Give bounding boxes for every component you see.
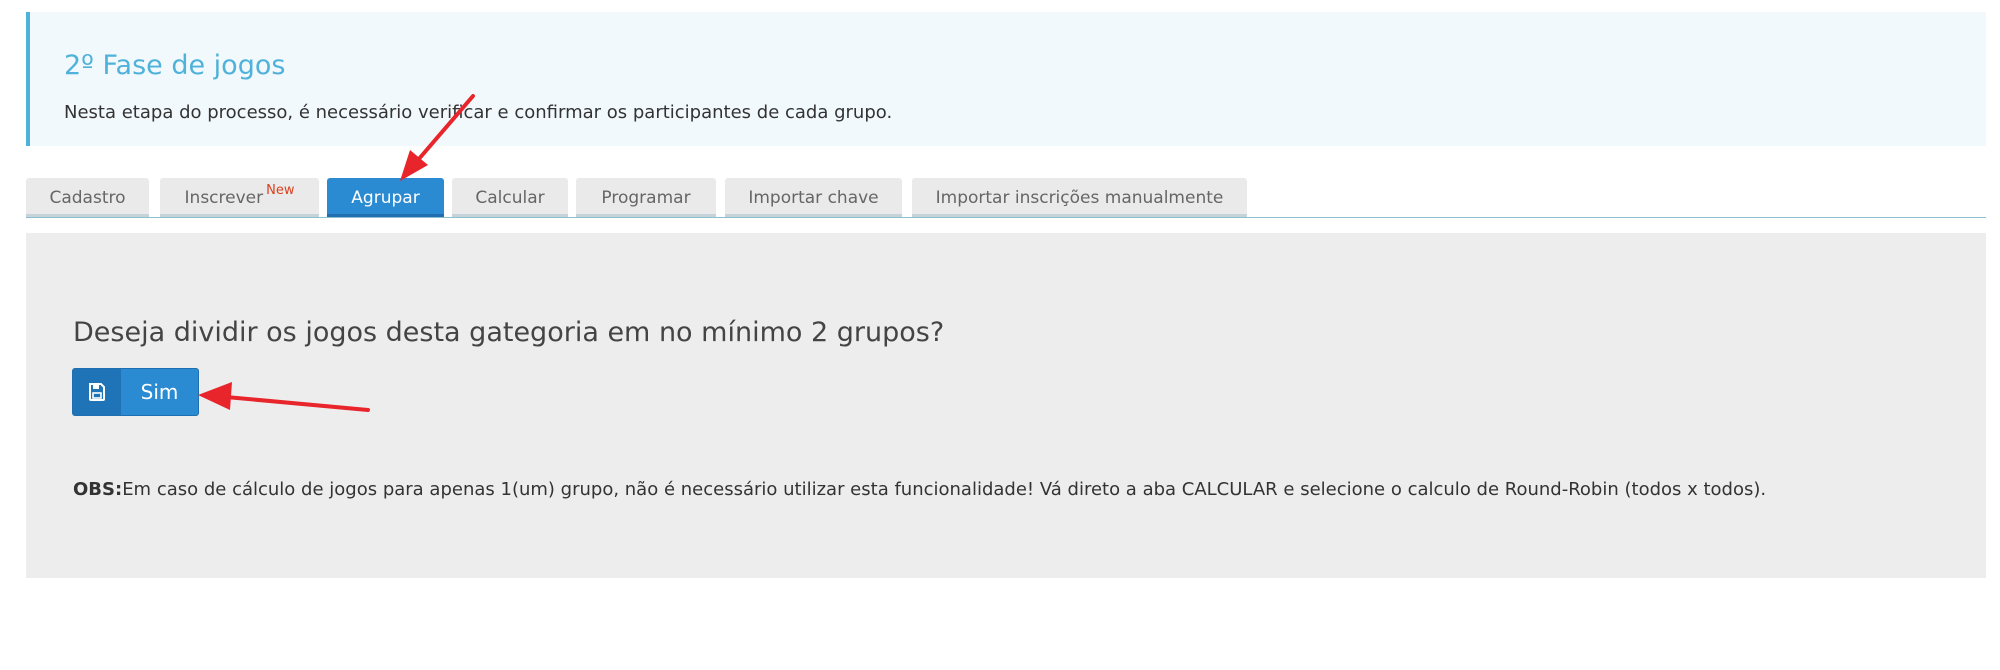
- tab-agrupar[interactable]: Agrupar: [327, 178, 444, 217]
- tab-label: Inscrever: [184, 188, 264, 208]
- info-callout: 2º Fase de jogos Nesta etapa do processo…: [26, 12, 1986, 146]
- new-badge: New: [266, 183, 295, 198]
- tab-label: Calcular: [475, 188, 545, 208]
- tab-importar-chave[interactable]: Importar chave: [725, 178, 902, 217]
- tab-label: Agrupar: [351, 188, 420, 208]
- tab-bar: Cadastro Inscrever New Agrupar Calcular P…: [26, 178, 1986, 218]
- tab-programar[interactable]: Programar: [576, 178, 716, 217]
- tab-label: Importar inscrições manualmente: [935, 188, 1224, 208]
- tab-inscrever[interactable]: Inscrever New: [160, 178, 319, 217]
- floppy-disk-icon: [73, 369, 121, 415]
- obs-label: OBS:: [73, 479, 123, 500]
- content-panel: Deseja dividir os jogos desta gategoria …: [26, 233, 1986, 578]
- tab-label: Cadastro: [49, 188, 126, 208]
- tab-label: Importar chave: [748, 188, 879, 208]
- sim-button-label: Sim: [140, 380, 179, 404]
- obs-text: Em caso de cálculo de jogos para apenas …: [122, 479, 1767, 500]
- tab-importar-inscricoes[interactable]: Importar inscrições manualmente: [912, 178, 1247, 217]
- page: 2º Fase de jogos Nesta etapa do processo…: [0, 0, 2000, 670]
- sim-button[interactable]: Sim: [72, 368, 199, 416]
- tab-label: Programar: [601, 188, 691, 208]
- tab-cadastro[interactable]: Cadastro: [26, 178, 149, 217]
- group-question: Deseja dividir os jogos desta gategoria …: [73, 317, 945, 348]
- observation-note: OBS:Em caso de cálculo de jogos para ape…: [73, 479, 1766, 500]
- callout-description: Nesta etapa do processo, é necessário ve…: [64, 102, 893, 123]
- callout-title: 2º Fase de jogos: [64, 50, 286, 81]
- tab-calcular[interactable]: Calcular: [452, 178, 568, 217]
